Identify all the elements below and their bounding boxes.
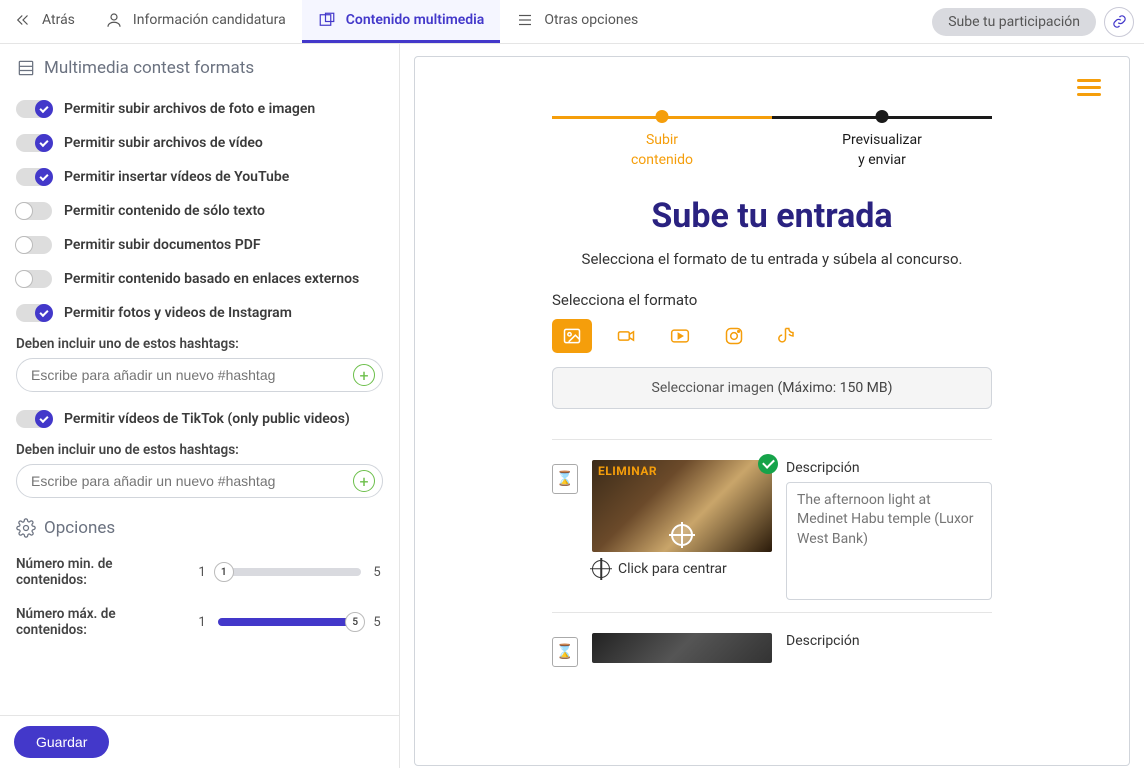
toggle-youtube[interactable] bbox=[16, 168, 52, 186]
preview-menu-icon[interactable] bbox=[1077, 75, 1101, 100]
upload-success-icon bbox=[758, 454, 778, 474]
nav-back-label: Atrás bbox=[42, 12, 75, 28]
tiktok-hashtag-add-button[interactable]: + bbox=[353, 470, 375, 492]
toggle-video[interactable] bbox=[16, 134, 52, 152]
instagram-hashtag-input[interactable] bbox=[16, 358, 383, 392]
toggle-external[interactable] bbox=[16, 270, 52, 288]
toggle-tiktok[interactable] bbox=[16, 410, 52, 428]
min-slider-thumb[interactable]: 1 bbox=[214, 562, 234, 582]
format-instagram-icon[interactable] bbox=[714, 319, 754, 353]
max-slider-thumb[interactable]: 5 bbox=[345, 612, 365, 632]
slider-max-lower: 1 bbox=[196, 615, 208, 630]
format-label: Selecciona el formato bbox=[552, 291, 992, 309]
eliminate-button[interactable]: ELIMINAR bbox=[598, 464, 657, 478]
click-to-center-button[interactable]: Click para centrar bbox=[592, 560, 772, 578]
toggle-pdf-label: Permitir subir documentos PDF bbox=[64, 237, 261, 253]
toggle-instagram[interactable] bbox=[16, 304, 52, 322]
step-1-label: Subircontenido bbox=[552, 131, 772, 170]
slider-min-upper: 5 bbox=[371, 565, 383, 580]
toggle-photo-label: Permitir subir archivos de foto e imagen bbox=[64, 101, 315, 117]
min-contents-slider[interactable]: 1 bbox=[218, 568, 361, 576]
entry-thumbnail[interactable]: ELIMINAR bbox=[592, 460, 772, 552]
nav-back[interactable]: Atrás bbox=[0, 0, 89, 43]
entry-row: ⌛ Descripción bbox=[552, 612, 992, 675]
save-button[interactable]: Guardar bbox=[14, 726, 109, 758]
toggle-instagram-label: Permitir fotos y videos de Instagram bbox=[64, 305, 292, 321]
nav-candidacy-label: Información candidatura bbox=[133, 12, 286, 28]
format-tiktok-icon[interactable] bbox=[768, 319, 808, 353]
target-icon bbox=[592, 560, 610, 578]
toggle-youtube-label: Permitir insertar vídeos de YouTube bbox=[64, 169, 289, 185]
formats-section-header: Multimedia contest formats bbox=[16, 58, 383, 78]
max-contents-slider[interactable]: 5 bbox=[218, 618, 361, 626]
nav-other[interactable]: Otras opciones bbox=[500, 0, 654, 43]
toggle-video-label: Permitir subir archivos de vídeo bbox=[64, 135, 263, 151]
nav-multimedia-label: Contenido multimedia bbox=[346, 12, 485, 28]
toggle-text-only[interactable] bbox=[16, 202, 52, 220]
slider-min-lower: 1 bbox=[196, 565, 208, 580]
hourglass-icon: ⌛ bbox=[552, 464, 578, 494]
toggle-external-label: Permitir contenido basado en enlaces ext… bbox=[64, 271, 359, 287]
toggle-pdf[interactable] bbox=[16, 236, 52, 254]
format-image-icon[interactable] bbox=[552, 319, 592, 353]
preview-title: Sube tu entrada bbox=[445, 196, 1099, 236]
description-textarea[interactable] bbox=[786, 482, 992, 600]
tiktok-hashtags-label: Deben incluir uno de estos hashtags: bbox=[16, 442, 383, 458]
slider-max-upper: 5 bbox=[371, 615, 383, 630]
instagram-hashtag-add-button[interactable]: + bbox=[353, 364, 375, 386]
thumbnail-target-icon bbox=[671, 524, 693, 546]
instagram-hashtags-label: Deben incluir uno de estos hashtags: bbox=[16, 336, 383, 352]
entry-thumbnail[interactable] bbox=[592, 633, 772, 663]
description-label: Descripción bbox=[786, 460, 992, 476]
toggle-text-only-label: Permitir contenido de sólo texto bbox=[64, 203, 265, 219]
max-contents-label: Número máx. de contenidos: bbox=[16, 606, 186, 638]
share-link-button[interactable] bbox=[1104, 7, 1134, 37]
nav-other-label: Otras opciones bbox=[544, 12, 638, 28]
nav-multimedia[interactable]: Contenido multimedia bbox=[302, 0, 501, 43]
min-contents-label: Número min. de contenidos: bbox=[16, 556, 186, 588]
tiktok-hashtag-input[interactable] bbox=[16, 464, 383, 498]
toggle-photo[interactable] bbox=[16, 100, 52, 118]
options-section-header: Opciones bbox=[16, 518, 383, 538]
description-label: Descripción bbox=[786, 633, 992, 649]
format-youtube-icon[interactable] bbox=[660, 319, 700, 353]
hourglass-icon: ⌛ bbox=[552, 637, 578, 667]
select-image-button[interactable]: Seleccionar imagen (Máximo: 150 MB) bbox=[552, 367, 992, 409]
nav-candidacy[interactable]: Información candidatura bbox=[89, 0, 302, 43]
upload-participation-button[interactable]: Sube tu participación bbox=[932, 8, 1096, 36]
step-2-label: Previsualizary enviar bbox=[772, 131, 992, 170]
entry-row: ⌛ ELIMINAR Click para centrar De bbox=[552, 439, 992, 612]
preview-subtitle: Selecciona el formato de tu entrada y sú… bbox=[572, 248, 972, 271]
toggle-tiktok-label: Permitir vídeos de TikTok (only public v… bbox=[64, 411, 350, 427]
preview-stepper: Subircontenido Previsualizary enviar bbox=[552, 111, 992, 170]
format-video-icon[interactable] bbox=[606, 319, 646, 353]
